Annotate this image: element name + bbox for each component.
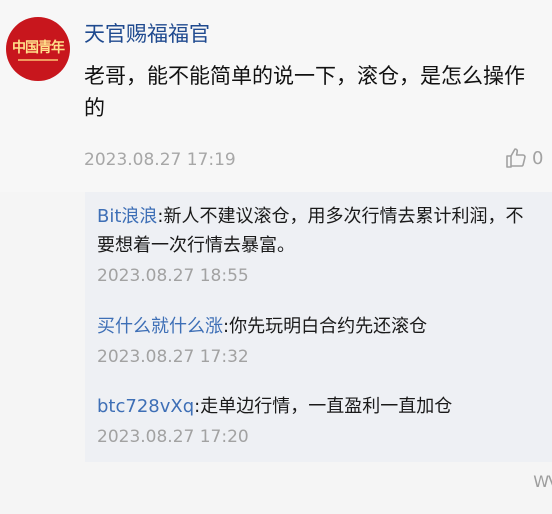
reply-text-line: 买什么就什么涨:你先玩明白合约先还滚仓	[97, 312, 537, 341]
like-count: 0	[532, 147, 544, 169]
comment-card: 中国青年 天官赐福福官 老哥，能不能简单的说一下，滚仓，是怎么操作的 2023.…	[0, 0, 552, 192]
comment-text: 老哥，能不能简单的说一下，滚仓，是怎么操作的	[84, 64, 525, 120]
reply-item[interactable]: Bit浪浪:新人不建议滚仓，用多次行情去累计利润，不要想着一次行情去暴富。 20…	[97, 202, 537, 286]
reply-text-line: Bit浪浪:新人不建议滚仓，用多次行情去累计利润，不要想着一次行情去暴富。	[97, 202, 537, 260]
reply-list: Bit浪浪:新人不建议滚仓，用多次行情去累计利润，不要想着一次行情去暴富。 20…	[85, 192, 552, 462]
reply-text-line: btc728vXq:走单边行情，一直盈利一直加仓	[97, 392, 537, 421]
avatar-logo-text: 中国青年	[12, 40, 65, 56]
reply-timestamp: 2023.08.27 17:20	[97, 427, 249, 447]
reply-body: :你先玩明白合约先还滚仓	[223, 316, 428, 337]
reply-item[interactable]: 买什么就什么涨:你先玩明白合约先还滚仓 2023.08.27 17:32	[97, 312, 537, 367]
reply-timestamp: 2023.08.27 17:32	[97, 347, 249, 367]
reply-body: :新人不建议滚仓，用多次行情去累计利润，不要想着一次行情去暴富。	[97, 206, 524, 256]
thumbs-up-icon	[504, 146, 528, 170]
avatar[interactable]: 中国青年	[6, 17, 70, 81]
reply-timestamp: 2023.08.27 18:55	[97, 266, 249, 286]
reply-item[interactable]: btc728vXq:走单边行情，一直盈利一直加仓 2023.08.27 17:2…	[97, 392, 537, 447]
comment-username[interactable]: 天官赐福福官	[84, 18, 210, 48]
reply-author[interactable]: btc728vXq	[97, 396, 194, 417]
comment-timestamp: 2023.08.27 17:19	[84, 150, 236, 170]
reply-body: :走单边行情，一直盈利一直加仓	[194, 396, 453, 417]
reply-author[interactable]: Bit浪浪	[97, 206, 157, 227]
watermark: WV	[533, 472, 552, 491]
avatar-logo-underline	[18, 59, 58, 61]
like-button[interactable]: 0	[504, 146, 543, 170]
reply-author[interactable]: 买什么就什么涨	[97, 316, 223, 337]
